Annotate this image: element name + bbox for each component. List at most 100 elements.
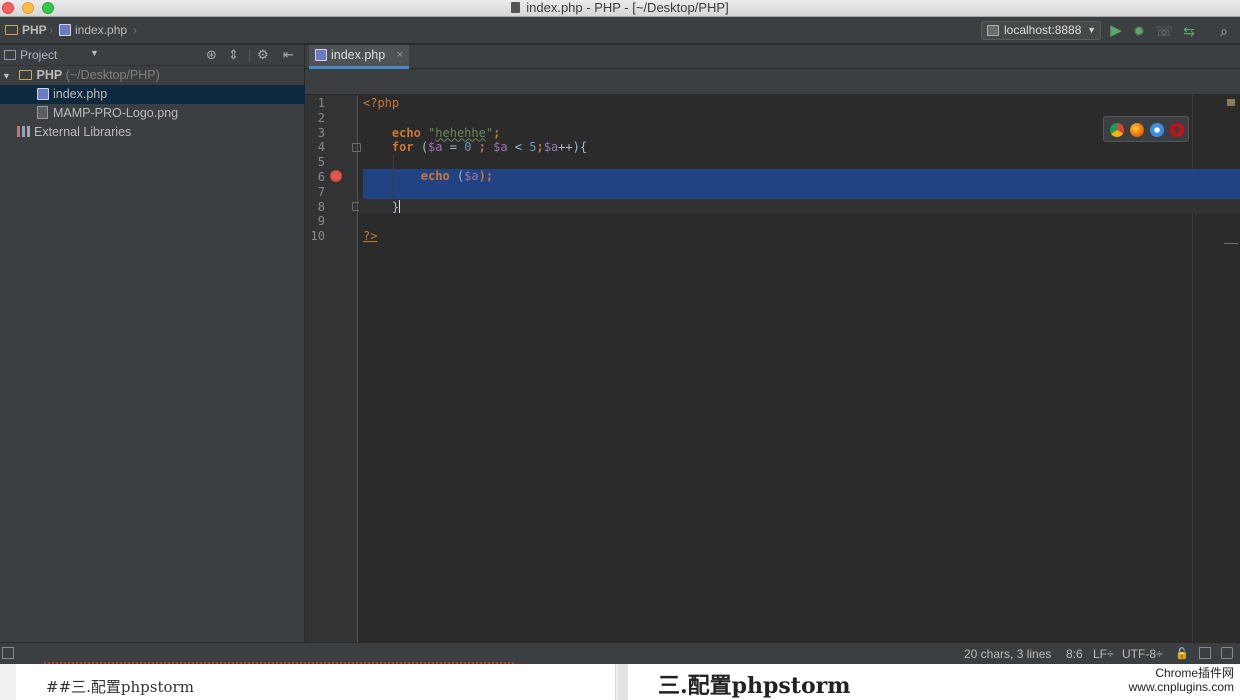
event-log-icon[interactable]: [1221, 647, 1233, 659]
tree-item-root[interactable]: ▼ PHP (~/Desktop/PHP): [0, 66, 305, 85]
chrome-icon[interactable]: [1110, 123, 1124, 137]
project-panel-title: Project: [20, 48, 58, 62]
encoding-selector[interactable]: UTF-8÷: [1122, 646, 1163, 662]
server-icon: [987, 25, 999, 36]
code-text: (: [449, 169, 465, 183]
close-icon[interactable]: ×: [397, 45, 403, 65]
code-line-10: ?>: [363, 229, 1240, 244]
tree-item-label: index.php: [53, 87, 108, 101]
line-number: 3: [317, 125, 325, 140]
line-number: 5: [317, 155, 325, 170]
keyword: echo: [391, 125, 421, 140]
firefox-icon[interactable]: [1130, 123, 1144, 137]
indent-guide: [393, 155, 394, 200]
breadcrumb-file[interactable]: index.php: [59, 22, 127, 39]
project-panel: Project ▼ ⊛ ⇕ | ⚙ ⇤ ▼ PHP (~/Desktop/PHP…: [0, 45, 305, 642]
tree-item-index-php[interactable]: index.php: [0, 85, 305, 104]
window-titlebar: index.php - PHP - [~/Desktop/PHP]: [0, 0, 1240, 17]
line-number: 9: [317, 214, 325, 229]
separator: ;: [536, 140, 544, 155]
image-file-icon: [37, 106, 48, 119]
markdown-heading: ##三.配置phpstorm: [46, 678, 194, 696]
breadcrumb-project[interactable]: PHP: [5, 22, 47, 39]
rendered-heading: 三.配置phpstorm: [658, 673, 851, 699]
spellcheck-underline: [44, 662, 514, 666]
hide-panel-icon[interactable]: ⇤: [283, 47, 294, 63]
chevron-down-icon[interactable]: ▼: [90, 48, 99, 58]
safari-icon[interactable]: [1150, 123, 1164, 137]
breadcrumb-separator-icon: ›: [133, 23, 137, 37]
run-configuration-select[interactable]: localhost:8888 ▼: [981, 21, 1101, 40]
string-quote: ": [485, 125, 494, 140]
breadcrumb-separator-icon: ›: [49, 23, 53, 37]
line-number: 2: [317, 110, 325, 125]
fold-marker-icon[interactable]: [352, 143, 361, 152]
variable: $a: [493, 140, 508, 155]
closing-brace: }: [391, 199, 400, 214]
gear-icon[interactable]: ⚙: [257, 47, 269, 63]
watermark-url: www.cnplugins.com: [1128, 680, 1234, 694]
project-icon: [4, 50, 16, 60]
divider: |: [248, 47, 252, 62]
string-literal: hehehhe: [435, 125, 486, 140]
watermark: Chrome插件网 www.cnplugins.com: [1129, 666, 1234, 694]
search-icon[interactable]: ⌕: [1215, 22, 1233, 40]
chevron-down-icon: ▼: [1087, 25, 1096, 35]
code-line-8: }: [363, 199, 1240, 215]
tree-item-label: External Libraries: [34, 125, 132, 139]
separator: ;: [471, 140, 494, 155]
document-icon: [511, 2, 521, 13]
variable: $a: [428, 140, 443, 155]
tree-item-external-libraries[interactable]: External Libraries: [0, 123, 305, 142]
project-panel-header: Project ▼ ⊛ ⇕ | ⚙ ⇤: [0, 45, 304, 66]
article-left-pane: ##三.配置phpstorm: [16, 662, 616, 700]
run-configuration-label: localhost:8888: [1004, 23, 1082, 37]
line-number: 6: [317, 170, 325, 184]
line-number: 8: [317, 199, 325, 214]
inspector-icon[interactable]: [1199, 647, 1211, 659]
line-number: 10: [310, 229, 325, 244]
editor-gutter[interactable]: 1 2 3 4 5 6 7 8 9 10: [305, 95, 361, 642]
vcs-icon[interactable]: ⇆: [1180, 22, 1198, 40]
selection-info: 20 chars, 3 lines: [964, 647, 1052, 661]
tab-index-php[interactable]: index.php ×: [309, 45, 409, 69]
code-line-1: <?php: [363, 96, 1240, 111]
variable: $a: [543, 140, 559, 155]
background-article: ##三.配置phpstorm 三.配置phpstorm Chrome插件网 ww…: [0, 662, 1240, 700]
tree-item-logo-png[interactable]: MAMP-PRO-Logo.png: [0, 104, 305, 123]
line-separator-selector[interactable]: LF÷: [1093, 646, 1114, 662]
line-number: 1: [317, 96, 325, 110]
php-file-icon: [37, 88, 49, 100]
php-close-tag: ?>: [363, 229, 378, 244]
collapse-all-icon[interactable]: ⇕: [228, 47, 239, 63]
window-title: index.php - PHP - [~/Desktop/PHP]: [526, 0, 729, 15]
caret-position[interactable]: 8:6: [1066, 646, 1083, 662]
code-editor[interactable]: 1 2 3 4 5 6 7 8 9 10 <?php echo "hehehhe…: [305, 95, 1240, 642]
tree-root-path: (~/Desktop/PHP): [65, 68, 160, 82]
window-title-container: index.php - PHP - [~/Desktop/PHP]: [0, 0, 1240, 16]
listen-debug-icon[interactable]: ☏: [1155, 22, 1173, 40]
watermark-title: Chrome插件网: [1155, 666, 1234, 680]
locate-icon[interactable]: ⊛: [206, 47, 217, 63]
chevron-down-icon: ▼: [2, 71, 11, 81]
keyword: for: [391, 140, 414, 155]
error-stripe-marker[interactable]: [1227, 99, 1235, 106]
library-icon: [17, 126, 30, 137]
pane-divider[interactable]: [618, 664, 628, 700]
lock-icon[interactable]: 🔓: [1175, 646, 1189, 662]
tree-item-label: MAMP-PRO-Logo.png: [53, 106, 179, 120]
php-file-icon: [59, 24, 71, 36]
semicolon: ;: [493, 125, 501, 140]
tool-window-toggle-icon[interactable]: [2, 647, 14, 659]
project-view-selector[interactable]: Project: [4, 48, 57, 63]
navigation-bar: PHP › index.php › localhost:8888 ▼ ▶ ✹ ☏…: [0, 17, 1240, 44]
run-icon[interactable]: ▶: [1107, 22, 1125, 40]
tab-label: index.php: [331, 48, 386, 62]
opera-icon[interactable]: [1170, 123, 1184, 137]
folder-icon: [19, 70, 33, 80]
php-open-tag: <?php: [363, 96, 400, 110]
breadcrumb-file-label: index.php: [75, 23, 128, 37]
breadcrumb-project-label: PHP: [22, 23, 47, 37]
debug-icon[interactable]: ✹: [1130, 22, 1148, 40]
breakpoint-icon[interactable]: [330, 170, 342, 182]
